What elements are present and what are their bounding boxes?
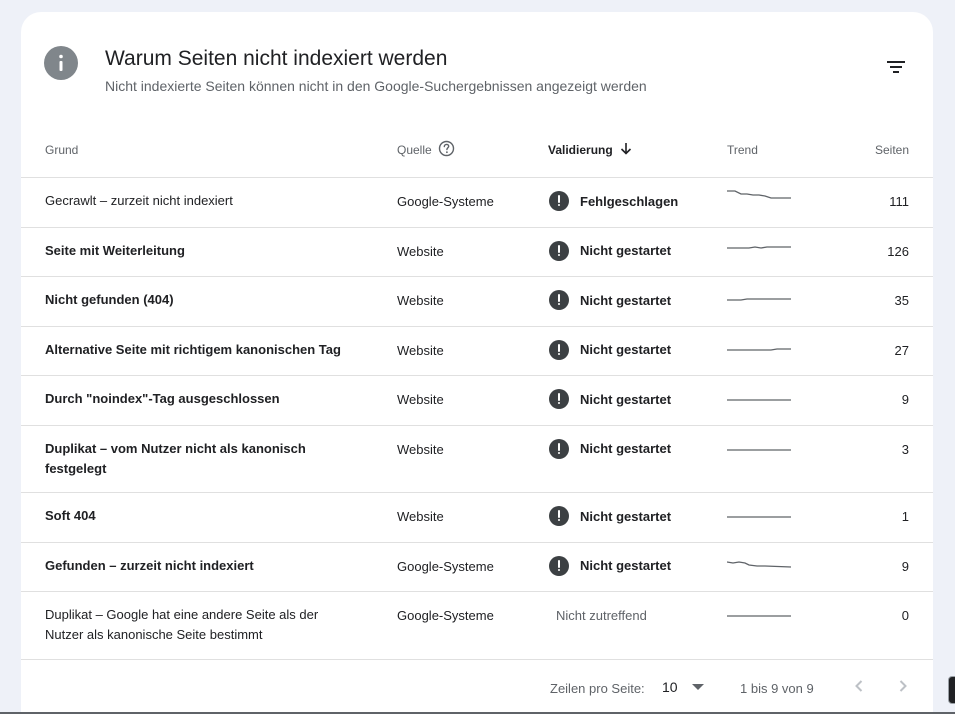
table-row[interactable]: Seite mit Weiterleitung Website Nicht ge… xyxy=(21,228,933,277)
warning-icon xyxy=(549,555,569,576)
help-icon[interactable] xyxy=(438,140,455,157)
trend-sparkline xyxy=(727,386,793,411)
row-seiten: 9 xyxy=(901,392,909,407)
pagination-range: 1 bis 9 von 9 xyxy=(740,680,814,696)
column-header-quelle-label: Quelle xyxy=(397,143,432,157)
row-validierung: Nicht zutreffend xyxy=(556,608,647,623)
dropdown-arrow-icon xyxy=(691,683,704,690)
column-header-grund[interactable]: Grund xyxy=(45,143,78,157)
row-quelle: Website xyxy=(397,509,444,524)
warning-icon xyxy=(549,240,569,261)
card-header: Warum Seiten nicht indexiert werden Nich… xyxy=(21,12,933,126)
table-row[interactable]: Duplikat – Google hat eine andere Seite … xyxy=(21,592,933,660)
column-header-validierung-label: Validierung xyxy=(548,143,613,157)
row-validierung-label: Nicht gestartet xyxy=(580,292,672,308)
row-grund: Nicht gefunden (404) xyxy=(45,292,174,307)
table-row[interactable]: Soft 404 Website Nicht gestartet 1 xyxy=(21,493,933,543)
previous-page-button[interactable] xyxy=(847,674,871,698)
row-quelle: Google-Systeme xyxy=(397,558,494,574)
row-validierung: Nicht gestartet xyxy=(549,555,672,576)
warning-icon xyxy=(549,389,569,409)
row-validierung-label: Nicht gestartet xyxy=(580,342,672,357)
row-seiten: 0 xyxy=(901,608,909,623)
index-report-card: Warum Seiten nicht indexiert werden Nich… xyxy=(21,12,933,714)
row-validierung: Nicht gestartet xyxy=(549,389,671,409)
row-grund: Gefunden – zurzeit nicht indexiert xyxy=(45,557,254,573)
row-quelle: Website xyxy=(397,441,444,457)
row-validierung-label: Nicht gestartet xyxy=(580,441,672,456)
row-grund: Soft 404 xyxy=(45,508,96,523)
card-title: Warum Seiten nicht indexiert werden xyxy=(105,47,448,70)
table-row[interactable]: Nicht gefunden (404) Website Nicht gesta… xyxy=(21,277,933,327)
warning-icon xyxy=(549,290,569,310)
rows-per-page-select[interactable]: 10 xyxy=(662,679,704,695)
row-validierung-label: Nicht gestartet xyxy=(580,508,672,524)
row-quelle: Google-Systeme xyxy=(397,608,494,623)
trend-sparkline xyxy=(727,602,793,627)
row-quelle: Website xyxy=(397,293,444,308)
card-subtitle: Nicht indexierte Seiten können nicht in … xyxy=(105,78,647,94)
trend-sparkline xyxy=(727,503,793,528)
column-header-seiten[interactable]: Seiten xyxy=(875,143,909,157)
warning-icon xyxy=(549,339,569,360)
row-seiten: 35 xyxy=(894,293,909,308)
info-icon xyxy=(44,46,78,80)
next-page-button[interactable] xyxy=(891,674,915,698)
column-header-quelle[interactable]: Quelle xyxy=(397,140,455,157)
table-row[interactable]: Duplikat – vom Nutzer nicht als kanonisc… xyxy=(21,426,933,493)
filter-button[interactable] xyxy=(879,54,915,82)
row-validierung: Nicht gestartet xyxy=(549,339,672,360)
row-seiten: 9 xyxy=(901,558,909,574)
chevron-left-icon xyxy=(855,679,863,692)
row-quelle: Website xyxy=(397,243,444,259)
row-validierung: Fehlgeschlagen xyxy=(549,191,678,211)
rows-per-page-label: Zeilen pro Seite: xyxy=(550,680,645,696)
row-grund: Seite mit Weiterleitung xyxy=(45,242,185,258)
row-validierung: Nicht gestartet xyxy=(549,240,672,261)
warning-icon xyxy=(549,191,569,211)
row-validierung-label: Nicht gestartet xyxy=(580,243,672,258)
table-row[interactable]: Gecrawlt – zurzeit nicht indexiert Googl… xyxy=(21,178,933,228)
row-quelle: Website xyxy=(397,392,444,407)
row-quelle: Google-Systeme xyxy=(397,194,494,209)
column-header-validierung[interactable]: Validierung xyxy=(548,143,633,157)
filter-icon xyxy=(887,61,905,73)
row-validierung-label: Nicht gestartet xyxy=(580,558,672,573)
trend-sparkline xyxy=(726,553,793,578)
row-quelle: Website xyxy=(397,342,444,358)
table-row[interactable]: Alternative Seite mit richtigem kanonisc… xyxy=(21,327,933,376)
trend-sparkline xyxy=(727,238,793,263)
row-seiten: 1 xyxy=(901,509,909,524)
row-validierung-label: Fehlgeschlagen xyxy=(580,193,679,209)
warning-icon xyxy=(549,506,569,526)
table-header: Grund Quelle Validierung Trend Seiten xyxy=(21,126,933,178)
trend-sparkline xyxy=(727,188,793,213)
table-row[interactable]: Durch "noindex"-Tag ausgeschlossen Websi… xyxy=(21,376,933,426)
trend-sparkline xyxy=(727,287,793,312)
row-seiten: 3 xyxy=(901,441,909,457)
chevron-right-icon xyxy=(899,679,907,692)
row-validierung-label: Nicht zutreffend xyxy=(556,608,647,623)
row-validierung: Nicht gestartet xyxy=(549,290,671,310)
row-grund: Duplikat – Google hat eine andere Seite … xyxy=(45,607,319,642)
row-seiten: 126 xyxy=(887,243,909,259)
rows-per-page-value: 10 xyxy=(662,678,678,695)
row-grund: Alternative Seite mit richtigem kanonisc… xyxy=(45,341,341,357)
warning-icon xyxy=(549,438,569,459)
row-validierung: Nicht gestartet xyxy=(549,506,671,526)
sort-arrow-down-icon xyxy=(620,143,631,155)
trend-sparkline xyxy=(727,337,793,362)
row-grund: Durch "noindex"-Tag ausgeschlossen xyxy=(45,391,280,406)
row-validierung-label: Nicht gestartet xyxy=(580,391,672,407)
trend-sparkline xyxy=(727,436,793,461)
row-grund: Duplikat – vom Nutzer nicht als kanonisc… xyxy=(45,440,306,476)
row-seiten: 27 xyxy=(894,342,909,358)
side-panel-tab[interactable] xyxy=(948,676,955,704)
column-header-trend: Trend xyxy=(727,143,758,157)
row-validierung: Nicht gestartet xyxy=(549,438,672,459)
row-seiten: 111 xyxy=(889,194,909,209)
table-row[interactable]: Gefunden – zurzeit nicht indexiert Googl… xyxy=(21,543,933,592)
table-pagination: Zeilen pro Seite: 10 1 bis 9 von 9 xyxy=(21,660,933,714)
row-grund: Gecrawlt – zurzeit nicht indexiert xyxy=(45,193,233,208)
